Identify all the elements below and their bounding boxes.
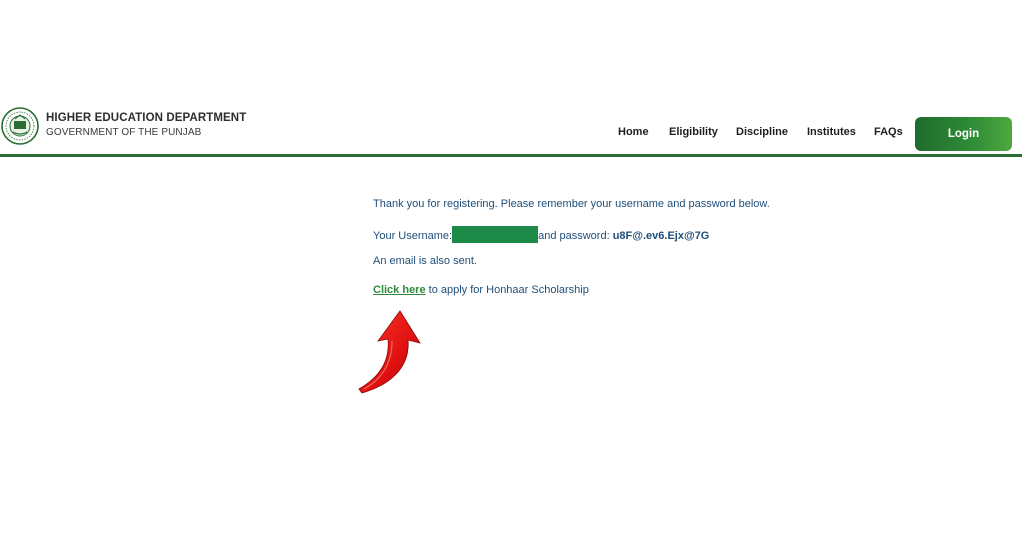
login-button[interactable]: Login xyxy=(915,117,1012,151)
credentials-line: Your Username: and password: u8F@.ev6.Ejx… xyxy=(373,226,709,243)
main-nav: Home Eligibility Discipline Institutes F… xyxy=(0,126,1024,140)
email-notice: An email is also sent. xyxy=(373,255,477,267)
password-label: and password: xyxy=(538,230,610,242)
site-header: HIGHER EDUCATION DEPARTMENT GOVERNMENT O… xyxy=(0,100,1024,157)
page: HIGHER EDUCATION DEPARTMENT GOVERNMENT O… xyxy=(0,0,1024,536)
click-here-link[interactable]: Click here xyxy=(373,284,426,296)
apply-line: Click here to apply for Honhaar Scholars… xyxy=(373,284,589,296)
nav-home[interactable]: Home xyxy=(618,126,649,138)
nav-eligibility[interactable]: Eligibility xyxy=(669,126,718,138)
nav-institutes[interactable]: Institutes xyxy=(807,126,856,138)
redacted-username xyxy=(452,226,539,243)
thanks-message: Thank you for registering. Please rememb… xyxy=(373,198,770,210)
password-value: u8F@.ev6.Ejx@7G xyxy=(612,230,710,242)
apply-text: to apply for Honhaar Scholarship xyxy=(425,284,589,296)
nav-discipline[interactable]: Discipline xyxy=(736,126,788,138)
department-title: HIGHER EDUCATION DEPARTMENT xyxy=(46,112,247,124)
red-curved-arrow-icon xyxy=(358,310,421,394)
header-divider xyxy=(0,154,1022,157)
username-label: Your Username: xyxy=(373,230,453,242)
nav-faqs[interactable]: FAQs xyxy=(874,126,903,138)
